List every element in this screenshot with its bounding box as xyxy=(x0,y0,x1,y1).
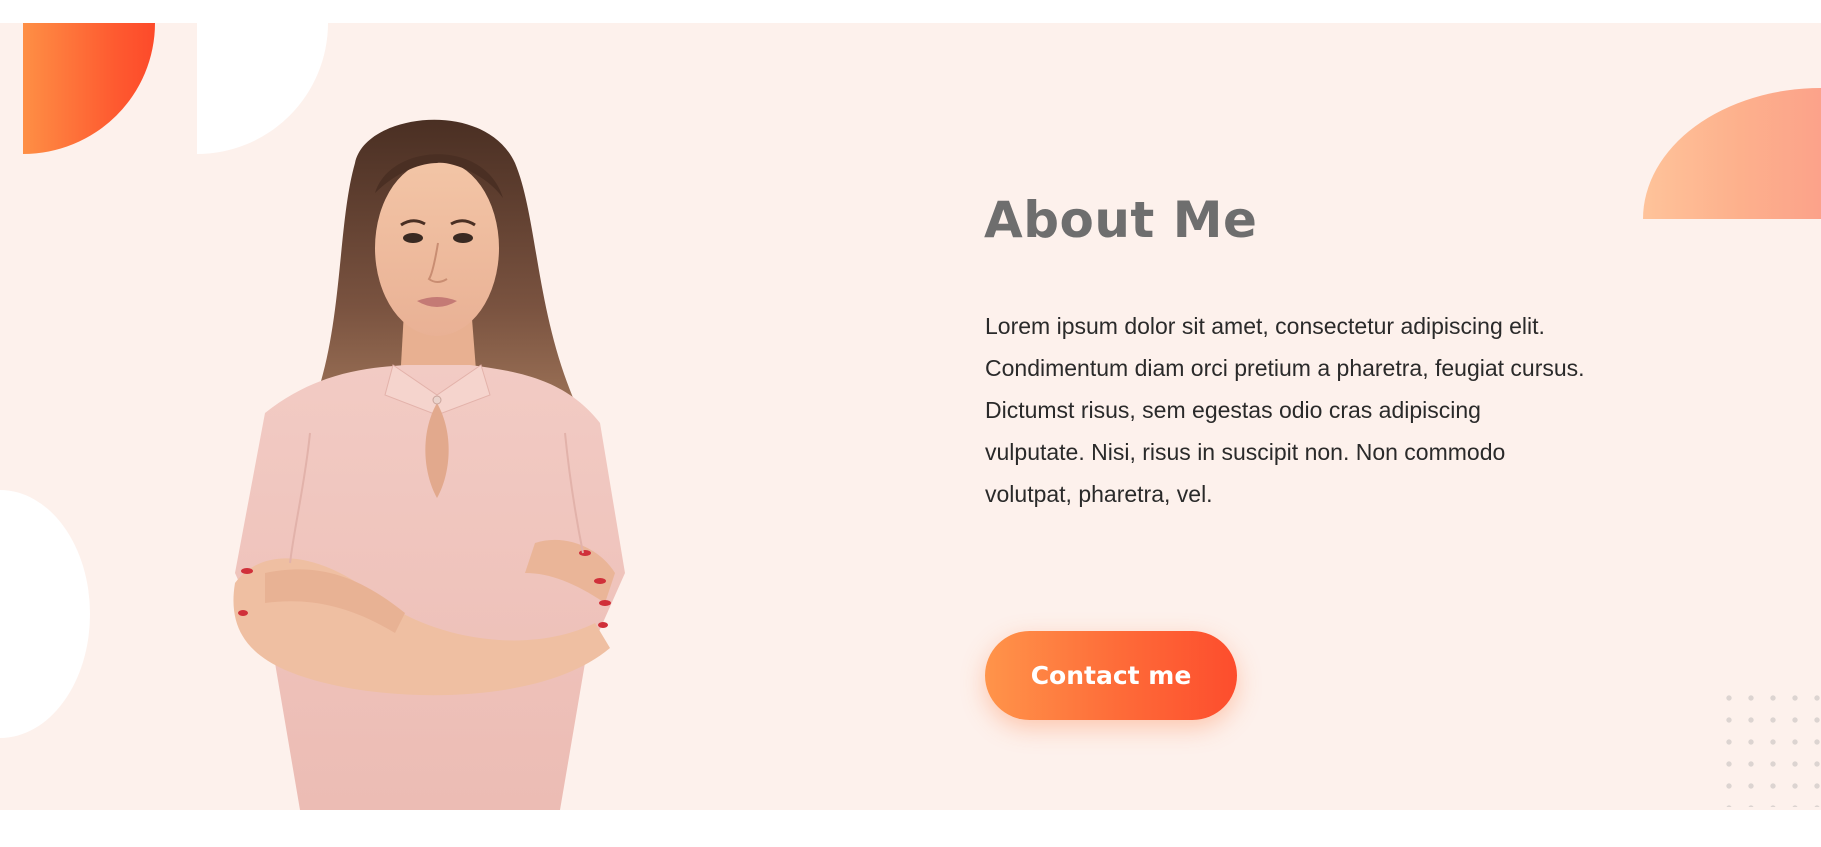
decorative-peach-half-circle xyxy=(1643,88,1821,219)
decorative-dot-grid xyxy=(1718,687,1821,807)
about-description: Lorem ipsum dolor sit amet, consectetur … xyxy=(985,313,1585,507)
decorative-orange-quarter-circle xyxy=(23,23,155,154)
decorative-white-half-circle xyxy=(0,490,90,738)
about-section: About Me Lorem ipsum dolor sit amet, con… xyxy=(0,23,1821,810)
portrait-image xyxy=(205,103,675,810)
contact-button[interactable]: Contact me xyxy=(985,631,1237,720)
page-title: About Me xyxy=(984,191,1258,249)
page: About Me Lorem ipsum dolor sit amet, con… xyxy=(0,0,1821,847)
